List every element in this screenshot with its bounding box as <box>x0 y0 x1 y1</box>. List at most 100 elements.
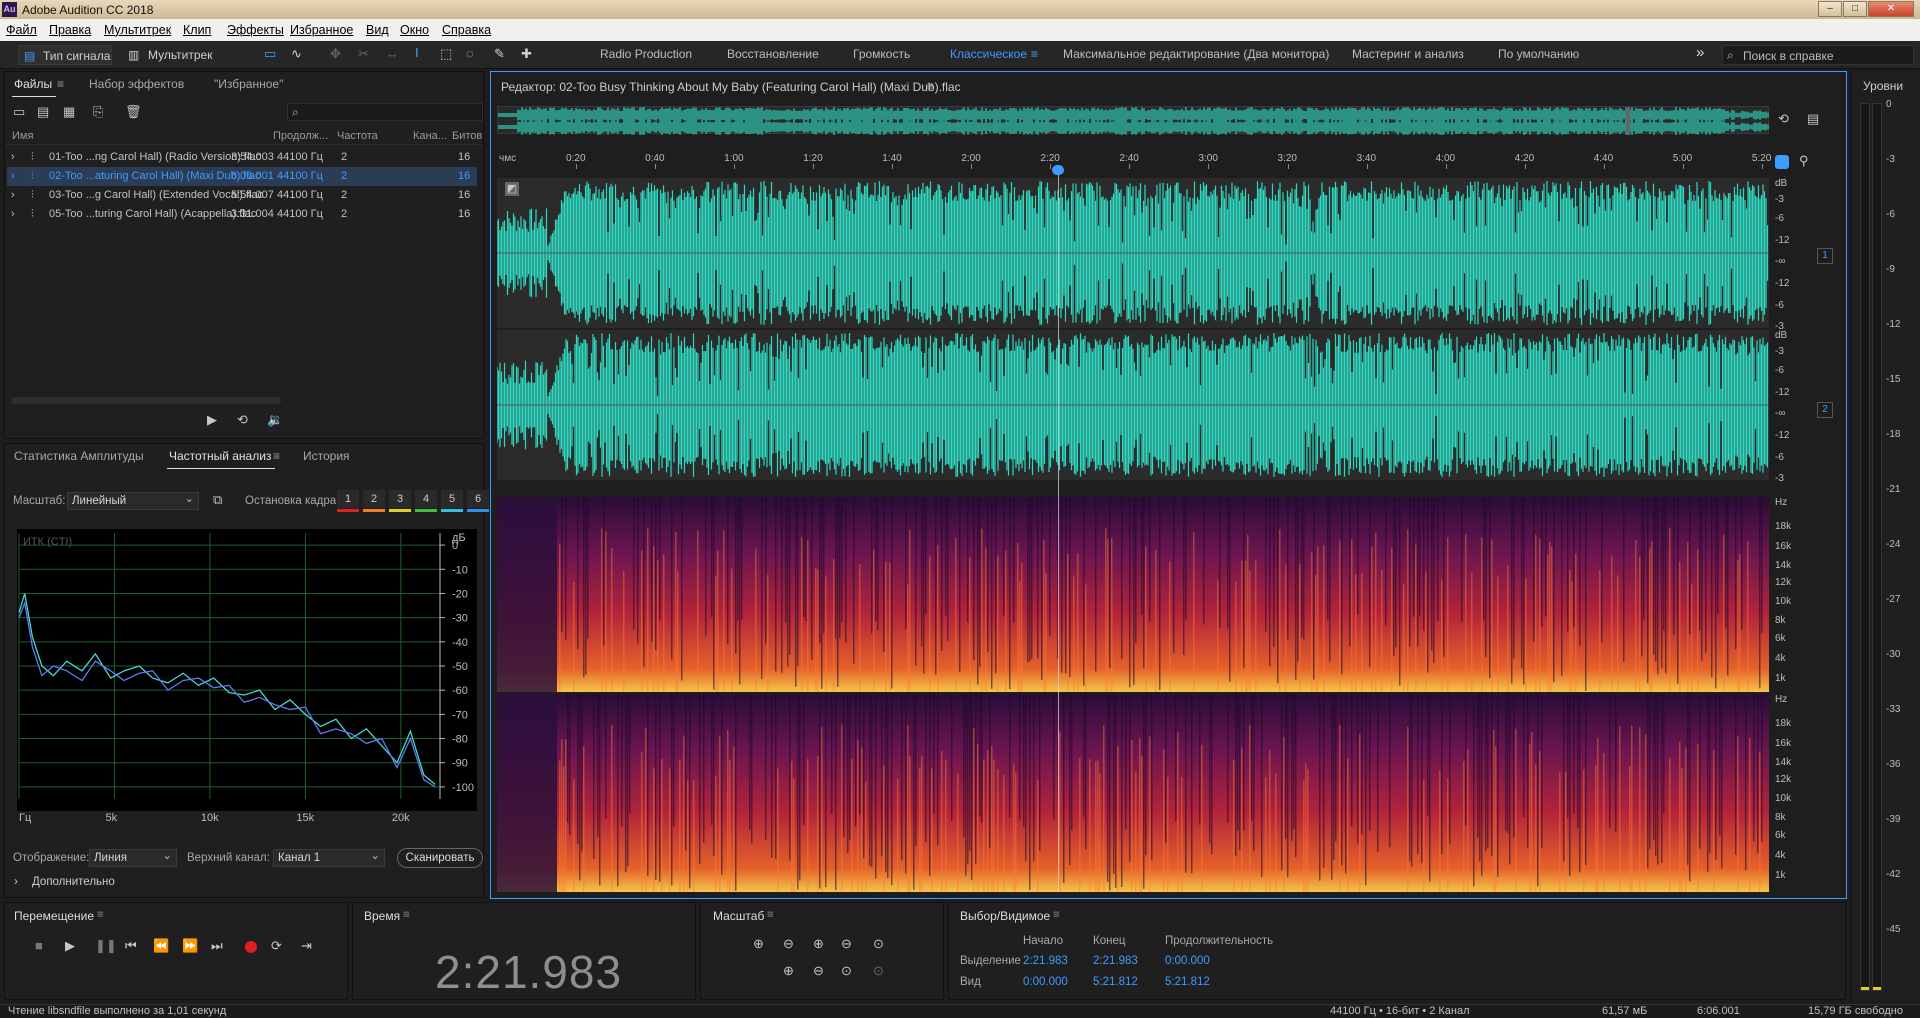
maximize-button[interactable]: □ <box>1843 1 1867 17</box>
freeze-button[interactable]: 2 <box>363 490 385 508</box>
workspace-menu-icon[interactable]: ≡ <box>1031 47 1038 61</box>
file-row[interactable]: › ⫶ 03-Too ...g Carol Hall) (Extended Voca… <box>7 186 477 205</box>
frame-icon[interactable]: ⧉ <box>213 493 222 507</box>
file-row[interactable]: › ⫶ 05-Too ...turing Carol Hall) (Acappell… <box>7 205 477 224</box>
hud-icon[interactable]: ◩ <box>505 182 519 196</box>
selection-menu-icon[interactable]: ≡ <box>1053 909 1060 921</box>
autoplay-icon[interactable]: 🔉 <box>267 413 283 427</box>
minimize-button[interactable]: – <box>1818 1 1842 17</box>
zoom-in-time-icon[interactable]: ⊕ <box>813 937 824 951</box>
expand-more-icon[interactable]: › <box>14 876 18 888</box>
go-to-start-button[interactable]: ⏮ <box>125 939 137 953</box>
tab-history[interactable]: История <box>303 449 350 463</box>
tab-amplitude-statistics[interactable]: Статистика Амплитуды <box>14 449 144 463</box>
channel-dropdown[interactable]: Канал 1 <box>273 848 385 867</box>
play-button[interactable]: ▶ <box>65 939 75 953</box>
move-tool-icon[interactable]: ✥ <box>330 46 341 62</box>
zoom-reset-icon[interactable]: ⊙ <box>841 964 852 978</box>
go-to-end-button[interactable]: ⏭ <box>211 939 223 953</box>
insert-to-multitrack-icon[interactable]: ⎘ <box>93 105 103 119</box>
workspace-radio-production[interactable]: Radio Production <box>600 47 692 61</box>
time-ruler[interactable]: чмс 0:20 0:40 1:00 1:20 1:40 2:00 2:20 2:40 3:00… <box>497 152 1771 169</box>
loop-button[interactable]: ⟳ <box>271 939 282 953</box>
menu-effects[interactable]: Эффекты <box>227 23 284 37</box>
workspace-max-editing[interactable]: Максимальное редактирование (Два монитор… <box>1063 47 1329 61</box>
files-search-input[interactable]: ⌕ <box>287 103 483 121</box>
menu-multitrack[interactable]: Мультитрек <box>104 23 171 37</box>
zoom-to-fit-icon[interactable]: ⟲ <box>1778 112 1789 126</box>
open-file-icon[interactable]: ▭ <box>13 105 25 119</box>
new-file-icon[interactable]: ▦ <box>63 105 75 119</box>
freeze-button[interactable]: 4 <box>415 490 437 508</box>
tab-favorites[interactable]: "Избранное" <box>214 77 283 91</box>
file-row[interactable]: › ⫶ 01-Too ...ng Carol Hall) (Radio Versio… <box>7 148 477 167</box>
editor-menu-icon[interactable]: ≡ <box>927 79 934 93</box>
zoom-out-point-icon[interactable]: ⊖ <box>813 964 824 978</box>
zoom-menu-icon[interactable]: ≡ <box>767 909 774 921</box>
waveform-view-icon[interactable]: ▭ <box>264 46 276 62</box>
zoom-out-full-icon[interactable]: ⊖ <box>841 937 852 951</box>
workspace-default[interactable]: По умолчанию <box>1498 47 1579 61</box>
workspace-restoration[interactable]: Восстановление <box>727 47 819 61</box>
menu-file[interactable]: Файл <box>6 23 37 37</box>
menu-window[interactable]: Окно <box>400 23 429 37</box>
delete-file-icon[interactable]: 🗑 <box>125 105 142 119</box>
loop-preview-icon[interactable]: ⟲ <box>237 413 248 427</box>
channel-2-badge[interactable]: 2 <box>1817 402 1833 418</box>
column-channels[interactable]: Кана... <box>413 130 447 142</box>
spectral-view-icon[interactable]: ∿ <box>291 46 302 62</box>
more-options-label[interactable]: Дополнительно <box>32 876 115 888</box>
menu-edit[interactable]: Правка <box>49 23 91 37</box>
brush-tool-icon[interactable]: ✎ <box>494 46 505 62</box>
column-bits[interactable]: Битов <box>452 130 482 142</box>
zoom-in-amplitude-icon[interactable]: ⊕ <box>753 937 764 951</box>
channel-1-badge[interactable]: 1 <box>1817 248 1833 264</box>
view-start-value[interactable]: 0:00.000 <box>1023 976 1068 988</box>
selection-end-value[interactable]: 2:21.983 <box>1093 955 1138 967</box>
rewind-button[interactable]: ⏪ <box>153 939 169 953</box>
workspace-mastering[interactable]: Мастеринг и анализ <box>1352 47 1464 61</box>
pin-icon[interactable]: ⚲ <box>1799 154 1809 168</box>
view-duration-value[interactable]: 5:21.812 <box>1165 976 1210 988</box>
import-file-icon[interactable]: ▤ <box>37 105 49 119</box>
play-preview-icon[interactable]: ▶ <box>207 413 217 427</box>
selection-start-value[interactable]: 2:21.983 <box>1023 955 1068 967</box>
waveform-channel-2[interactable] <box>496 330 1769 480</box>
spectral-display-channel-2[interactable] <box>497 694 1769 981</box>
selection-duration-value[interactable]: 0:00.000 <box>1165 955 1210 967</box>
tab-frequency-analysis[interactable]: Частотный анализ <box>166 449 276 469</box>
help-search-field[interactable]: ⌕ Поиск в справке <box>1722 45 1914 65</box>
files-scrollbar[interactable] <box>11 397 281 404</box>
multitrack-mode-button[interactable]: ▥ Мультитрек <box>124 45 216 65</box>
fast-forward-button[interactable]: ⏩ <box>182 939 198 953</box>
waveform-channel-1[interactable] <box>496 178 1769 328</box>
overview-bar[interactable] <box>497 106 1769 135</box>
marquee-tool-icon[interactable]: ⬚ <box>440 46 452 62</box>
razor-tool-icon[interactable]: ✂ <box>358 46 369 62</box>
time-selection-tool-icon[interactable]: I <box>415 45 419 60</box>
transport-menu-icon[interactable]: ≡ <box>97 909 104 921</box>
menu-help[interactable]: Справка <box>442 23 491 37</box>
zoom-in-point-icon[interactable]: ⊕ <box>783 964 794 978</box>
tab-files[interactable]: Файлы <box>11 77 57 97</box>
zoom-selection-icon[interactable]: ⊙ <box>873 937 884 951</box>
zoom-out-amplitude-icon[interactable]: ⊖ <box>783 937 794 951</box>
playhead-handle-icon[interactable] <box>1052 165 1064 175</box>
close-window-button[interactable]: ✕ <box>1868 1 1914 17</box>
scan-button[interactable]: Сканировать <box>397 848 483 868</box>
playhead-line[interactable] <box>1058 168 1059 892</box>
overview-view-handle[interactable] <box>1626 107 1630 135</box>
slip-tool-icon[interactable]: ↔ <box>386 46 399 61</box>
skip-selection-button[interactable]: ⇥ <box>301 939 312 953</box>
analysis-tab-menu-icon[interactable]: ≡ <box>273 449 280 463</box>
snap-icon[interactable] <box>1775 155 1789 169</box>
file-row[interactable]: › ⫶ 02-Too ...aturing Carol Hall) (Maxi Du… <box>7 167 477 186</box>
display-dropdown[interactable]: Линия <box>89 848 177 867</box>
stop-button[interactable]: ■ <box>35 939 43 953</box>
workspace-loudness[interactable]: Громкость <box>853 47 910 61</box>
freeze-button[interactable]: 6 <box>467 490 489 508</box>
workspace-classic[interactable]: Классическое <box>950 47 1027 61</box>
column-duration[interactable]: Продолж... <box>273 130 328 142</box>
lasso-tool-icon[interactable]: ◌ <box>466 46 474 61</box>
menu-clip[interactable]: Клип <box>183 23 211 37</box>
